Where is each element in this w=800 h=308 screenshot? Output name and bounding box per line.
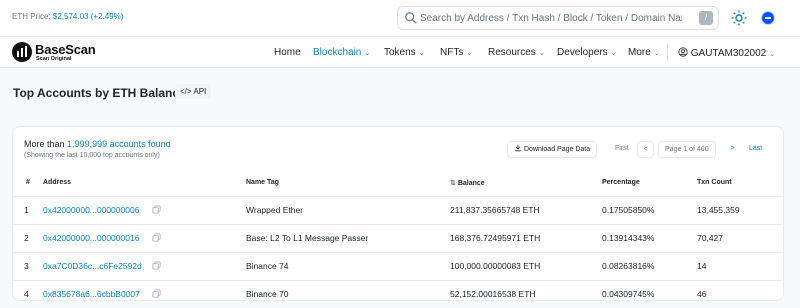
row-txn-count: 70,427 [697, 233, 723, 243]
main-navbar: BaseScan Scan Original Home Blockchain ⌄ … [0, 37, 800, 68]
sort-icon: ⇅ [450, 180, 458, 187]
row-rank: 2 [24, 233, 29, 243]
nav-divider [667, 44, 668, 61]
next-page-button[interactable]: > [724, 141, 741, 158]
chevron-down-icon: ⌄ [653, 50, 660, 57]
row-name-tag: Binance 70 [246, 289, 289, 299]
eth-price-label: ETH Price: [12, 12, 51, 21]
basescan-logo[interactable]: BaseScan Scan Original [12, 41, 122, 65]
col-nametag-header: Name Tag [246, 179, 279, 186]
row-rank: 1 [24, 205, 29, 215]
nav-developers-label: Developers [557, 47, 608, 58]
user-name: GAUTAM302002 [690, 48, 767, 59]
brand-tagline: Scan Original [36, 56, 72, 62]
accounts-count: 1,999,999 accounts found [67, 139, 171, 149]
row-txn-count: 14 [697, 261, 707, 271]
col-address-header: Address [43, 179, 72, 186]
col-balance-label: Balance [457, 180, 485, 187]
chevron-down-icon: ⌄ [418, 50, 425, 57]
col-percentage-header: Percentage [602, 179, 640, 186]
row-balance: 168,376.72495971 ETH [450, 233, 541, 243]
top-bar: ETH Price: $2,574.03 (+2.49%) Search by … [0, 0, 800, 37]
prev-page-button[interactable]: < [637, 141, 654, 158]
nav-resources-label: Resources [488, 47, 536, 58]
download-label: Download Page Data [523, 146, 591, 153]
nav-tokens-label: Tokens [384, 47, 416, 58]
page-indicator: Page 1 of 400 [658, 141, 716, 158]
row-percentage: 0.04309745% [602, 289, 655, 299]
logo-mark-icon [12, 42, 32, 62]
copy-icon[interactable] [152, 205, 161, 214]
search-box[interactable]: Search by Address / Txn Hash / Block / T… [397, 6, 719, 30]
nav-more-label: More [628, 47, 651, 58]
row-percentage: 0.13914343% [602, 233, 655, 243]
nav-more[interactable]: More ⌄ [628, 47, 660, 58]
table-row: 1 0x42000000...000000006 Wrapped Ether 2… [13, 197, 783, 224]
last-page-button[interactable]: Last [743, 141, 768, 158]
eth-price: ETH Price: $2,574.03 (+2.49%) [12, 12, 123, 21]
col-rank-header: # [26, 179, 30, 186]
row-rank: 4 [24, 289, 29, 299]
copy-icon[interactable] [152, 233, 161, 242]
eth-price-value[interactable]: $2,574.03 [53, 12, 89, 21]
search-shortcut-key: / [699, 11, 713, 25]
nav-tokens[interactable]: Tokens ⌄ [384, 47, 425, 58]
api-badge[interactable]: </> API [175, 84, 212, 99]
download-icon [515, 144, 521, 152]
chevron-down-icon: ⌄ [538, 50, 545, 57]
nav-nfts-label: NFTs [440, 47, 464, 58]
code-icon: </> [180, 87, 192, 96]
chevron-down-icon: ⌄ [466, 50, 473, 57]
row-address-link[interactable]: 0x835678a6...6cbbB0007 [43, 289, 140, 299]
chevron-down-icon: ⌄ [610, 50, 617, 57]
nav-home[interactable]: Home [274, 47, 301, 58]
summary-note: (Showing the last 10,000 top accounts on… [24, 152, 160, 159]
accounts-summary: More than 1,999,999 accounts found [24, 139, 171, 149]
eth-price-change: (+2.49%) [90, 12, 124, 21]
row-name-tag: Binance 74 [246, 261, 289, 271]
chevron-down-icon: ⌄ [364, 50, 371, 57]
sun-icon[interactable] [730, 9, 748, 27]
base-network-icon[interactable] [761, 11, 775, 25]
nav-blockchain[interactable]: Blockchain ⌄ [313, 47, 370, 58]
row-txn-count: 13,455,359 [697, 205, 740, 215]
row-percentage: 0.08263816% [602, 261, 655, 271]
col-balance-header[interactable]: ⇅ Balance [450, 179, 485, 187]
row-balance: 100,000.00000083 ETH [450, 261, 541, 271]
first-page-button[interactable]: First [609, 141, 635, 158]
row-rank: 3 [24, 261, 29, 271]
row-address-link[interactable]: 0x42000000...000000006 [43, 205, 139, 215]
api-label: API [193, 87, 207, 96]
row-percentage: 0.17505850% [602, 205, 655, 215]
copy-icon[interactable] [152, 261, 161, 270]
row-name-tag: Base: L2 To L1 Message Passer [246, 233, 369, 243]
chevron-down-icon: ⌄ [769, 51, 776, 58]
row-txn-count: 46 [697, 289, 707, 299]
brand-name: BaseScan [35, 42, 96, 57]
nav-resources[interactable]: Resources ⌄ [488, 47, 545, 58]
nav-nfts[interactable]: NFTs ⌄ [440, 47, 472, 58]
row-balance: 211,837.35665748 ETH [450, 205, 540, 215]
table-row: 3 0xa7C0D36c...c6Fe2592d Binance 74 100,… [13, 253, 783, 280]
user-circle-icon [678, 47, 688, 57]
nav-blockchain-label: Blockchain [313, 47, 362, 58]
search-icon [405, 12, 417, 24]
nav-developers[interactable]: Developers ⌄ [557, 47, 616, 58]
download-page-data-button[interactable]: Download Page Data [507, 141, 598, 158]
row-address-link[interactable]: 0xa7C0D36c...c6Fe2592d [43, 261, 142, 271]
table-row: 4 0x835678a6...6cbbB0007 Binance 70 52,1… [13, 281, 783, 308]
row-balance: 52,152.00016538 ETH [450, 289, 536, 299]
col-txncount-header: Txn Count [697, 179, 732, 186]
table-row: 2 0x42000000...000000016 Base: L2 To L1 … [13, 225, 783, 252]
search-input[interactable]: Search by Address / Txn Hash / Block / T… [420, 13, 682, 24]
accounts-card: More than 1,999,999 accounts found (Show… [12, 126, 784, 301]
summary-prefix: More than [24, 139, 65, 149]
user-menu[interactable]: GAUTAM302002 ⌄ [678, 47, 775, 59]
row-name-tag: Wrapped Ether [246, 205, 304, 215]
page-title: Top Accounts by ETH Balance [13, 86, 186, 100]
row-address-link[interactable]: 0x42000000...000000016 [43, 233, 139, 243]
